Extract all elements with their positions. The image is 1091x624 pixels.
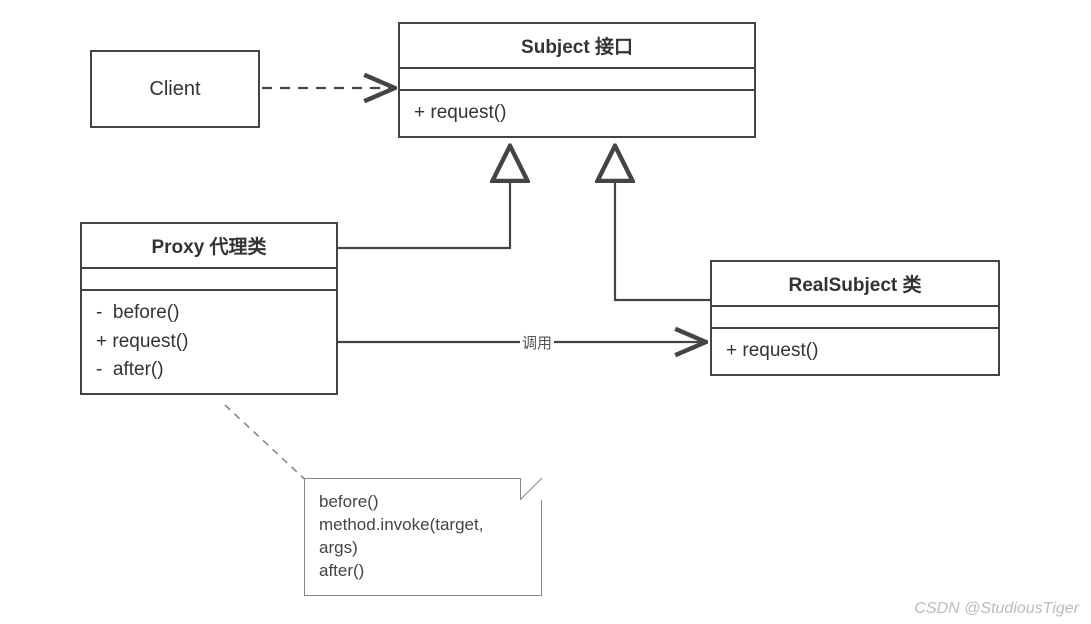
client-box: Client <box>90 50 260 128</box>
subject-ops: + request() <box>400 91 754 136</box>
proxy-attrs <box>82 269 336 291</box>
subject-interface-box: Subject 接口 + request() <box>398 22 756 138</box>
realsubject-class-box: RealSubject 类 + request() <box>710 260 1000 376</box>
proxy-class-box: Proxy 代理类 - before() + request() - after… <box>80 222 338 395</box>
note-corner-fold-icon <box>520 478 542 500</box>
note-line: args) <box>319 537 527 560</box>
client-label: Client <box>149 78 200 101</box>
realsubject-title: RealSubject 类 <box>712 262 998 307</box>
note-line: before() <box>319 491 527 514</box>
note-line: after() <box>319 560 527 583</box>
proxy-title: Proxy 代理类 <box>82 224 336 269</box>
subject-attrs <box>400 69 754 91</box>
association-label: 调用 <box>520 332 554 353</box>
note-box: before() method.invoke(target, args) aft… <box>304 478 542 596</box>
proxy-op: - before() <box>96 299 322 328</box>
realsubject-ops: + request() <box>712 329 998 374</box>
proxy-ops: - before() + request() - after() <box>82 291 336 393</box>
realsubject-op: + request() <box>726 337 984 366</box>
note-line: method.invoke(target, <box>319 514 527 537</box>
realsubject-attrs <box>712 307 998 329</box>
proxy-op: - after() <box>96 356 322 385</box>
subject-op: + request() <box>414 99 740 128</box>
proxy-op: + request() <box>96 328 322 357</box>
subject-title: Subject 接口 <box>400 24 754 69</box>
watermark: CSDN @StudiousTiger <box>914 600 1079 618</box>
